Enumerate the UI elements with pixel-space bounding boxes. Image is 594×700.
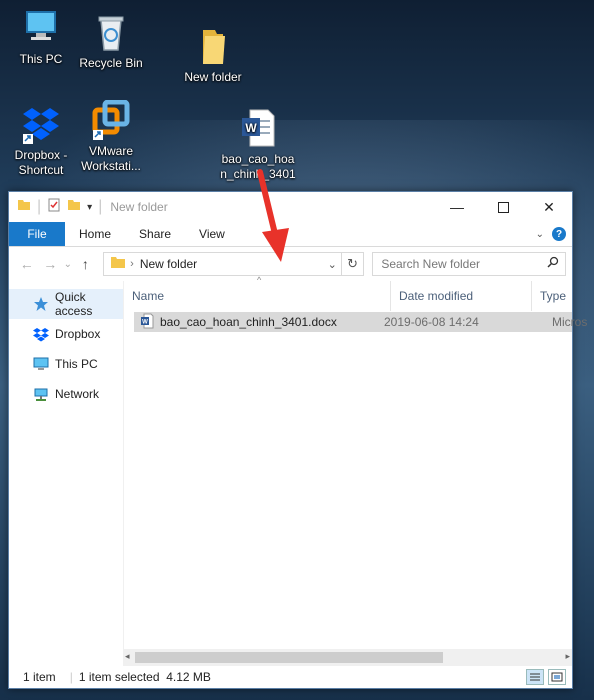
column-header-label: Date modified: [399, 289, 474, 303]
breadcrumb[interactable]: New folder: [140, 257, 328, 271]
star-icon: [33, 296, 49, 312]
dropbox-icon: [33, 326, 49, 342]
scroll-right-icon[interactable]: ▸: [565, 651, 570, 662]
tab-view[interactable]: View: [185, 222, 239, 246]
file-name: bao_cao_hoan_chinh_3401.docx: [160, 315, 337, 329]
dropbox-icon: [21, 104, 61, 144]
nav-item-label: Network: [55, 387, 100, 401]
file-type: Micros: [552, 315, 588, 329]
desktop-icon-label: bao_cao_hoan_chinh_3401: [220, 152, 296, 181]
search-placeholder: Search New folder: [381, 257, 481, 271]
separator: |: [98, 198, 103, 215]
forward-button[interactable]: →: [38, 256, 61, 272]
desktop-icon-dropbox[interactable]: Dropbox - Shortcut: [4, 104, 78, 178]
nav-item-label: This PC: [55, 357, 98, 371]
column-header-date-modified[interactable]: Date modified: [391, 281, 532, 311]
close-icon: ✕: [543, 198, 555, 215]
recent-locations-icon[interactable]: ⌄: [62, 259, 74, 270]
desktop-icon-new-folder[interactable]: New folder: [176, 26, 250, 85]
explorer-window[interactable]: | ▾ | New folder — ✕ File Home Share Vie…: [8, 191, 587, 689]
desktop-icon-label: Dropbox - Shortcut: [14, 148, 68, 177]
desktop-icon-label: Recycle Bin: [79, 56, 143, 70]
window-title: New folder: [110, 200, 168, 214]
desktop-icon-label: This PC: [19, 52, 63, 66]
up-button[interactable]: ↑: [74, 256, 97, 272]
details-view-icon: [530, 673, 540, 681]
new-folder-icon[interactable]: [67, 198, 81, 217]
nav-item-network[interactable]: Network: [9, 379, 123, 409]
refresh-icon: ↻: [347, 256, 358, 271]
svg-text:W: W: [245, 121, 257, 135]
ribbon-tabs: File Home Share View ⌄ ?: [9, 222, 572, 247]
desktop-icon-vmware[interactable]: VMware Workstati...: [74, 99, 148, 174]
nav-item-dropbox[interactable]: Dropbox: [9, 319, 123, 349]
desktop-icon-label: VMware Workstati...: [81, 144, 141, 173]
column-header-name[interactable]: Name: [124, 281, 391, 311]
large-icons-view-button[interactable]: [548, 669, 566, 685]
selection-status: 1 item selected 4.12 MB: [78, 670, 211, 684]
tab-share[interactable]: Share: [125, 222, 185, 246]
search-icon: [547, 255, 559, 273]
nav-item-this-pc[interactable]: This PC: [9, 349, 123, 379]
folder-icon: [193, 26, 233, 66]
horizontal-scrollbar[interactable]: ◂ ▸: [123, 649, 572, 666]
close-button[interactable]: ✕: [526, 192, 572, 222]
desktop-icon-label: New folder: [184, 70, 242, 84]
separator: |: [69, 670, 73, 684]
column-header-label: Type: [540, 289, 567, 303]
content-area: Quick access Dropbox This PC Network ^ N…: [9, 275, 587, 651]
help-icon[interactable]: ?: [552, 227, 566, 241]
back-button[interactable]: ←: [15, 256, 38, 272]
maximize-button[interactable]: [480, 192, 526, 222]
breadcrumb-chevron-icon[interactable]: ›: [130, 258, 134, 270]
refresh-button[interactable]: ↻: [341, 252, 365, 276]
svg-text:W: W: [142, 319, 148, 325]
word-document-icon: W: [140, 313, 154, 332]
recycle-bin-icon: [91, 12, 131, 52]
maximize-icon: [497, 201, 509, 213]
computer-icon: [33, 356, 49, 372]
folder-icon: [110, 255, 126, 274]
scrollbar-thumb[interactable]: [135, 652, 443, 663]
expand-ribbon-icon[interactable]: ⌄: [536, 229, 544, 240]
nav-item-quick-access[interactable]: Quick access: [9, 289, 123, 319]
tab-home[interactable]: Home: [65, 222, 125, 246]
address-dropdown-icon[interactable]: ⌄: [328, 258, 337, 271]
status-bar: 1 item | 1 item selected 4.12 MB: [9, 666, 572, 688]
folder-icon: [17, 198, 31, 217]
nav-item-label: Quick access: [55, 290, 93, 318]
search-input[interactable]: Search New folder: [372, 252, 566, 276]
address-bar[interactable]: › New folder ⌄: [103, 252, 342, 276]
column-header-label: Name: [132, 289, 165, 303]
minimize-button[interactable]: —: [434, 192, 480, 222]
desktop-icon-word-file[interactable]: W bao_cao_hoan_chinh_3401: [220, 108, 296, 182]
word-document-icon: W: [238, 108, 278, 148]
tab-file[interactable]: File: [9, 222, 65, 246]
customize-toolbar-icon[interactable]: ▾: [87, 202, 92, 213]
file-list: ^ Name Date modified Type W bao_cao_hoan…: [124, 275, 587, 651]
vmware-icon: [91, 99, 131, 140]
navigation-bar: ← → ⌄ ↑ › New folder ⌄ ↻ Search New fold…: [9, 247, 572, 281]
separator: |: [37, 198, 42, 215]
scroll-left-icon[interactable]: ◂: [125, 651, 130, 662]
quick-access-toolbar: | ▾ |: [9, 198, 102, 217]
item-count: 1 item: [23, 670, 56, 684]
column-headers: ^ Name Date modified Type: [124, 275, 572, 311]
column-header-type[interactable]: Type: [532, 281, 572, 311]
file-row[interactable]: W bao_cao_hoan_chinh_3401.docx 2019-06-0…: [134, 312, 587, 332]
computer-icon: [21, 8, 61, 48]
details-view-button[interactable]: [526, 669, 544, 685]
minimize-icon: —: [450, 199, 464, 215]
title-bar[interactable]: | ▾ | New folder — ✕: [9, 192, 572, 222]
navigation-pane: Quick access Dropbox This PC Network: [9, 281, 124, 651]
file-date: 2019-06-08 14:24: [384, 315, 479, 329]
desktop-icon-this-pc[interactable]: This PC: [4, 8, 78, 67]
properties-icon[interactable]: [47, 198, 61, 217]
nav-item-label: Dropbox: [55, 327, 101, 341]
network-icon: [33, 386, 49, 402]
large-icons-view-icon: [551, 672, 563, 682]
desktop-icon-recycle-bin[interactable]: Recycle Bin: [74, 12, 148, 71]
sort-ascending-icon: ^: [257, 275, 262, 285]
